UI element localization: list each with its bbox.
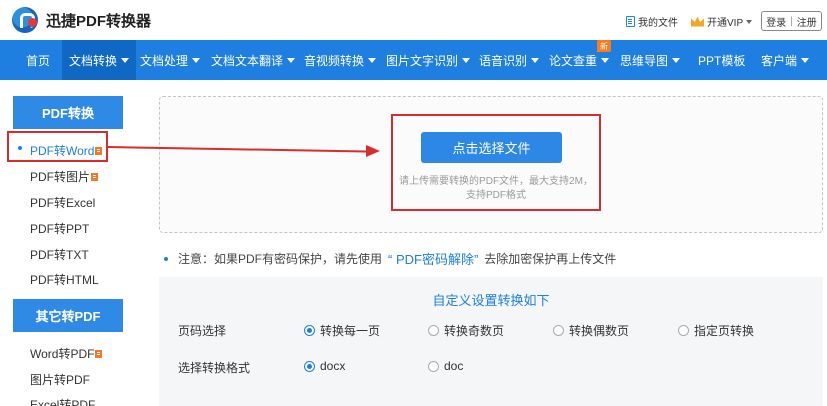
radio-unchecked-icon (428, 360, 439, 372)
radio-unchecked-icon (428, 325, 439, 336)
nav-label: PPT模板 (698, 53, 746, 68)
main-nav: 首页 文档转换 文档处理 文档文本翻译 音视频转换 图片文字识别 语音识别 论文… (0, 40, 827, 80)
sidebar-item-label: PDF转HTML (30, 273, 99, 287)
sidebar-item-label: Word转PDF (30, 347, 95, 361)
notice-prefix: 注意：如果PDF有密码保护，请先使用 (178, 252, 383, 266)
sidebar-item-pdf-to-html[interactable]: PDF转HTML (30, 271, 99, 288)
sidebar-item-pdf-to-ppt[interactable]: PDF转PPT (30, 220, 89, 237)
radio-unchecked-icon (553, 325, 564, 336)
nav-label: 文档文本翻译 (211, 53, 284, 68)
nav-label: 客户端 (761, 53, 798, 68)
login-link[interactable]: 登录 (766, 14, 786, 29)
login-separator: | (790, 15, 793, 27)
nav-label: 音视频转换 (304, 53, 365, 68)
radio-label: 指定页转换 (694, 324, 755, 338)
chevron-down-icon (531, 57, 540, 63)
format-select-label: 选择转换格式 (178, 361, 251, 375)
chevron-down-icon (462, 57, 471, 63)
header: 迅捷PDF转换器 我的文件 开通VIP 登录 | 注册 (0, 0, 827, 40)
nav-item-client[interactable]: 客户端 (761, 40, 810, 80)
bookmark-icon (91, 172, 99, 181)
radio-specific-pages[interactable]: 指定页转换 (678, 322, 754, 339)
nav-label: 首页 (26, 53, 51, 68)
chevron-down-icon (121, 57, 130, 63)
radio-docx[interactable]: docx (304, 359, 345, 373)
brand-title[interactable]: 迅捷PDF转换器 (46, 10, 151, 31)
radio-label: doc (444, 359, 464, 373)
chevron-down-icon (601, 57, 610, 63)
nav-item-home[interactable]: 首页 (26, 40, 50, 80)
sidebar-item-excel-to-pdf[interactable]: Excel转PDF (30, 396, 95, 406)
pdf-unlock-link[interactable]: “ PDF密码解除” (388, 249, 478, 268)
crown-icon (691, 16, 704, 27)
nav-label: 思维导图 (620, 53, 669, 68)
sidebar-item-label: PDF转图片 (30, 170, 91, 184)
radio-unchecked-icon (678, 325, 689, 336)
chevron-down-icon (801, 57, 810, 63)
radio-label: 转换奇数页 (444, 324, 505, 338)
settings-title: 自定义设置转换如下 (432, 293, 550, 308)
sidebar-item-label: 图片转PDF (30, 373, 91, 387)
sidebar-item-pdf-to-excel[interactable]: PDF转Excel (30, 194, 95, 211)
nav-item-doc-convert[interactable]: 文档转换 (62, 40, 137, 80)
sidebar-group-pdf-convert[interactable]: PDF转换 (13, 96, 123, 129)
new-badge: 新 (597, 40, 611, 52)
highlight-box-upload (391, 114, 601, 211)
sidebar-item-pdf-to-txt[interactable]: PDF转TXT (30, 246, 89, 263)
radio-checked-icon (304, 325, 315, 336)
sidebar-item-label: PDF转TXT (30, 248, 89, 262)
sidebar-item-word-to-pdf[interactable]: Word转PDF (30, 345, 103, 362)
radio-checked-icon (304, 360, 315, 372)
radio-label: docx (320, 359, 346, 373)
notice-suffix: 去除加密保护再上传文件 (484, 252, 617, 266)
nav-label: 图片文字识别 (386, 53, 459, 68)
my-docs-link[interactable]: 我的文件 (626, 14, 678, 29)
sidebar-item-pdf-to-image[interactable]: PDF转图片 (30, 168, 99, 185)
document-icon (626, 16, 635, 27)
chevron-down-icon (746, 19, 753, 24)
page-select-label: 页码选择 (178, 324, 227, 338)
sidebar-item-label: Excel转PDF (30, 398, 96, 406)
sidebar-group-other-to-pdf[interactable]: 其它转PDF (13, 299, 123, 332)
chevron-down-icon (672, 57, 681, 63)
app-logo-dot-icon (28, 18, 37, 27)
nav-label: 语音识别 (479, 53, 528, 68)
bookmark-icon (95, 349, 103, 358)
arrow-right-icon (366, 145, 380, 157)
nav-item-ocr[interactable]: 图片文字识别 (386, 40, 471, 80)
vip-link[interactable]: 开通VIP (691, 14, 753, 29)
login-register-box: 登录 | 注册 (761, 11, 822, 31)
nav-item-translate[interactable]: 文档文本翻译 (211, 40, 296, 80)
nav-label: 文档处理 (140, 53, 189, 68)
radio-odd-pages[interactable]: 转换奇数页 (428, 322, 504, 339)
radio-label: 转换每一页 (320, 324, 381, 338)
my-docs-label: 我的文件 (638, 18, 678, 29)
nav-item-speech[interactable]: 语音识别 (479, 40, 540, 80)
radio-label: 转换偶数页 (569, 324, 630, 338)
nav-item-doc-process[interactable]: 文档处理 (140, 40, 201, 80)
register-link[interactable]: 注册 (797, 14, 817, 29)
sidebar-item-label: PDF转Excel (30, 196, 96, 210)
radio-every-page[interactable]: 转换每一页 (304, 322, 380, 339)
chevron-down-icon (192, 57, 201, 63)
radio-doc[interactable]: doc (428, 359, 463, 373)
bullet-icon (164, 256, 168, 261)
chevron-down-icon (368, 57, 377, 63)
chevron-down-icon (287, 57, 296, 63)
sidebar-item-image-to-pdf[interactable]: 图片转PDF (30, 371, 90, 388)
nav-label: 论文查重 (549, 53, 598, 68)
nav-label: 文档转换 (69, 53, 118, 68)
nav-item-mindmap[interactable]: 思维导图 (620, 40, 681, 80)
vip-label: 开通VIP (707, 18, 744, 29)
nav-item-ppt[interactable]: PPT模板 (698, 40, 745, 80)
sidebar-item-label: PDF转PPT (30, 222, 90, 236)
password-notice: 注意：如果PDF有密码保护，请先使用 “ PDF密码解除” 去除加密保护再上传文… (164, 249, 616, 268)
nav-item-av-convert[interactable]: 音视频转换 (304, 40, 377, 80)
radio-even-pages[interactable]: 转换偶数页 (553, 322, 629, 339)
highlight-box-sidebar (7, 131, 108, 162)
